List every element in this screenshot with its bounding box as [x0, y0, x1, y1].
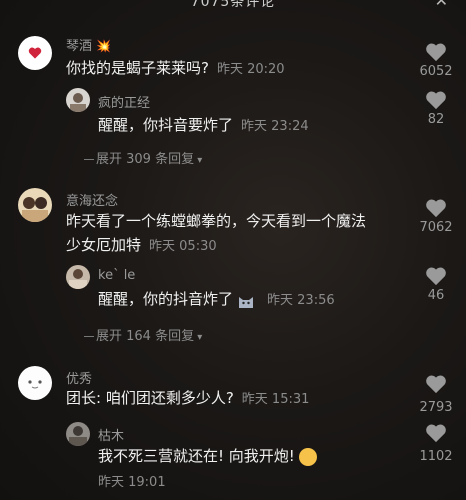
like-button[interactable]: 46 [416, 266, 456, 303]
expand-replies-button[interactable]: 展开 309 条回复 ▾ [84, 148, 202, 167]
avatar[interactable] [66, 265, 90, 289]
chevron-down-icon: ▾ [194, 155, 203, 166]
reply-username[interactable]: 疯的正经 [98, 92, 150, 111]
reply-text[interactable]: 醒醒，你的抖音炸了 昨天 23:56 [98, 287, 335, 313]
heart-icon [426, 91, 446, 110]
divider-dash [84, 159, 94, 160]
chevron-down-icon: ▾ [194, 332, 203, 343]
comment-text[interactable]: 你找的是蝎子莱莱吗? 昨天 20:20 [66, 56, 285, 82]
comment-time: 昨天 15:31 [241, 392, 310, 407]
comment-username[interactable]: 意海还念 [66, 190, 118, 209]
like-button[interactable]: 7062 [416, 198, 456, 235]
comment-time: 昨天 20:20 [216, 62, 285, 77]
badge-icon: 💥 [96, 39, 112, 53]
like-count: 1102 [419, 449, 453, 464]
like-button[interactable]: 1102 [416, 423, 456, 464]
heart-icon [426, 424, 446, 443]
like-button[interactable]: 2793 [416, 374, 456, 415]
expand-label: 展开 164 条回复 [96, 329, 195, 344]
comment-text[interactable]: 团长: 咱们团还剩多少人? 昨天 15:31 [66, 386, 309, 412]
avatar[interactable] [18, 188, 52, 222]
expand-label: 展开 309 条回复 [96, 152, 195, 167]
close-icon[interactable]: ✕ [435, 0, 448, 10]
reply-text[interactable]: 醒醒，你抖音要炸了 昨天 23:24 [98, 113, 309, 139]
comment-username[interactable]: 琴酒 💥 [66, 35, 111, 54]
comment-text[interactable]: 昨天看了一个练螳螂拳的，今天看到一个魔法 少女厄加特 昨天 05:30 [66, 209, 406, 259]
username-text: 琴酒 [66, 39, 93, 54]
like-count: 2793 [419, 400, 453, 415]
comment-username[interactable]: 优秀 [66, 368, 92, 387]
reply-text[interactable]: 我不死三营就还在! 向我开炮! [98, 444, 317, 468]
comment-body-line-2: 少女厄加特 [66, 236, 142, 254]
reply-username[interactable]: ke` le [98, 268, 135, 283]
avatar[interactable] [18, 36, 52, 70]
divider-dash [84, 336, 94, 337]
avatar[interactable] [66, 422, 90, 446]
comment-body: 团长: 咱们团还剩多少人? [66, 389, 234, 407]
avatar[interactable] [66, 88, 90, 112]
like-button[interactable]: 82 [416, 90, 456, 127]
reply-body: 醒醒，你抖音要炸了 [98, 116, 234, 134]
avatar[interactable] [18, 366, 52, 400]
laughing-emoji-icon [298, 447, 317, 466]
reply-time: 昨天 19:01 [98, 475, 166, 490]
comment-body-line-1: 昨天看了一个练螳螂拳的，今天看到一个魔法 [66, 212, 367, 230]
reply-username[interactable]: 枯木 [98, 425, 124, 444]
heart-icon [426, 199, 446, 218]
comments-panel: 7075条评论 ✕ 琴酒 💥 你找的是蝎子莱莱吗? 昨天 20:20 6052 疯… [0, 0, 466, 500]
comment-time: 昨天 05:30 [149, 239, 217, 254]
comment-count-title: 7075条评论 [190, 0, 276, 10]
like-button[interactable]: 6052 [416, 42, 456, 79]
expand-replies-button[interactable]: 展开 164 条回复 ▾ [84, 325, 202, 344]
comment-body: 你找的是蝎子莱莱吗? [66, 59, 209, 77]
like-count: 46 [427, 288, 445, 303]
like-count: 82 [427, 112, 445, 127]
reply-time: 昨天 23:56 [267, 293, 335, 308]
reply-time: 昨天 23:24 [241, 119, 309, 134]
reply-body: 我不死三营就还在! 向我开炮! [98, 447, 295, 465]
cat-emoji-icon [237, 292, 255, 308]
like-count: 6052 [419, 64, 453, 79]
reply-body: 醒醒，你的抖音炸了 [98, 290, 234, 308]
heart-icon [426, 43, 446, 62]
heart-icon [426, 375, 446, 394]
heart-icon [426, 267, 446, 286]
like-count: 7062 [419, 220, 453, 235]
